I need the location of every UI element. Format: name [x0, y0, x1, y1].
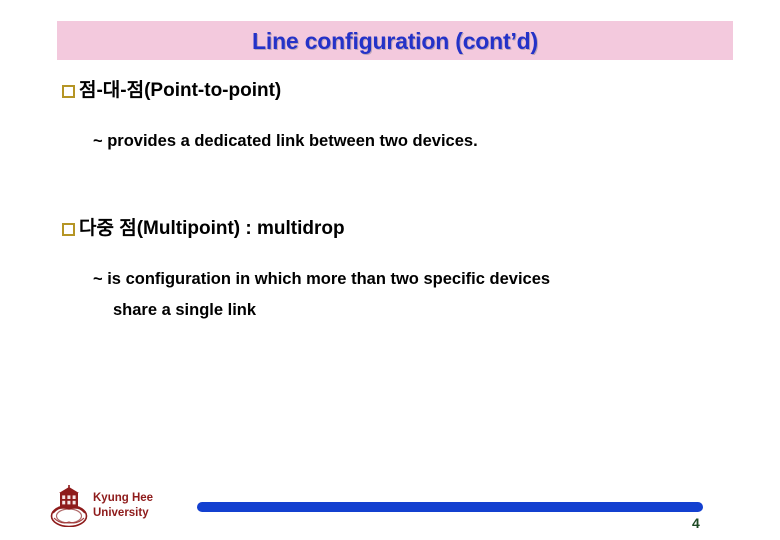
- bullet-label: 점-대-점(Point-to-point): [79, 80, 282, 101]
- university-logo-block: Kyung Hee University: [50, 485, 153, 528]
- kyung-hee-crest-icon: [50, 485, 88, 528]
- page-title: Line configuration (cont’d): [252, 28, 538, 54]
- page-number: 4: [692, 515, 700, 531]
- square-bullet-icon: [62, 85, 75, 98]
- university-name-line2: University: [93, 507, 149, 519]
- slide: Line configuration (cont’d) 점-대-점(Point-…: [0, 0, 780, 540]
- square-bullet-icon: [62, 223, 75, 236]
- bullet-item-multipoint: 다중 점(Multipoint) : multidrop: [0, 216, 780, 242]
- bullet-detail-line: ~ is configuration in which more than tw…: [93, 270, 551, 288]
- slide-body: 점-대-점(Point-to-point) ~ provides a dedic…: [0, 78, 780, 326]
- bullet-label: 다중 점(Multipoint) : multidrop: [79, 218, 345, 239]
- bullet-detail-line-continuation: share a single link: [113, 301, 257, 319]
- university-name-line1: Kyung Hee: [93, 492, 154, 504]
- bullet-detail-line: ~ provides a dedicated link between two …: [93, 132, 478, 150]
- bullet-item-point-to-point: 점-대-점(Point-to-point): [0, 78, 780, 104]
- slide-footer: Kyung Hee University 4: [0, 480, 780, 540]
- progress-bar: [197, 502, 703, 512]
- university-name: Kyung Hee University: [93, 491, 153, 521]
